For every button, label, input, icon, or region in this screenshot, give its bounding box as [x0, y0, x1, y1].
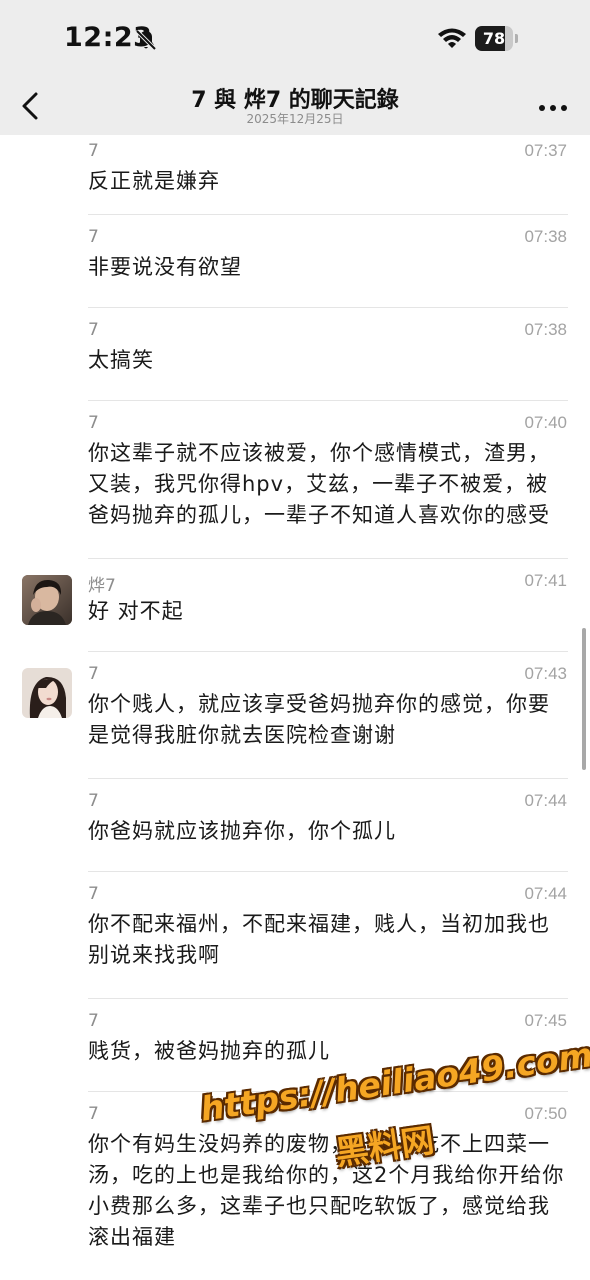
message-item[interactable]: 7 07:38 非要说没有欲望	[0, 215, 590, 308]
avatar[interactable]	[22, 575, 72, 625]
message-sender: 7	[88, 320, 99, 340]
message-text: 太搞笑	[88, 348, 154, 372]
message-item[interactable]: 7 07:43 你个贱人，就应该享受爸妈抛弃你的感觉，你要是觉得我脏你就去医院检查谢…	[0, 652, 590, 779]
bell-slash-icon	[135, 29, 157, 51]
message-text: 非要说没有欲望	[88, 255, 242, 279]
message-sender: 7	[88, 884, 99, 904]
message-text: 你不配来福州，不配来福建，贱人，当初加我也别说来找我啊	[88, 912, 550, 967]
message-item[interactable]: 7 07:50 你个有妈生没妈养的废物，一辈子吃不上四菜一汤，吃的上也是我给你的，这…	[0, 1092, 590, 1262]
message-text: 你爸妈就应该抛弃你，你个孤儿	[88, 819, 396, 843]
message-text: 你这辈子就不应该被爱，你个感情模式，渣男，又装，我咒你得hpv，艾兹，一辈子不被…	[88, 441, 550, 527]
battery-cap	[515, 34, 518, 43]
message-item[interactable]: 7 07:44 你爸妈就应该抛弃你，你个孤儿	[0, 779, 590, 872]
message-sender: 7	[88, 413, 99, 433]
message-item[interactable]: 7 07:44 你不配来福州，不配来福建，贱人，当初加我也别说来找我啊	[0, 872, 590, 999]
message-time: 07:44	[524, 791, 567, 810]
message-sender: 7	[88, 1104, 99, 1124]
wifi-icon	[438, 28, 466, 48]
battery-icon: 78	[475, 26, 519, 51]
avatar[interactable]	[22, 668, 72, 718]
message-time: 07:44	[524, 884, 567, 903]
message-sender: 7	[88, 1011, 99, 1031]
message-time: 07:45	[524, 1011, 567, 1030]
message-sender: 7	[88, 791, 99, 811]
message-text: 你个贱人，就应该享受爸妈抛弃你的感觉，你要是觉得我脏你就去医院检查谢谢	[88, 692, 550, 747]
message-sender: 7	[88, 227, 99, 247]
message-sender: 7	[88, 141, 99, 161]
scrollbar[interactable]	[582, 628, 586, 770]
message-time: 07:50	[524, 1104, 567, 1123]
message-item[interactable]: 烨7 07:41 好 对不起	[0, 559, 590, 652]
message-time: 07:38	[524, 227, 567, 246]
more-dots-icon[interactable]	[536, 93, 570, 123]
message-time: 07:37	[524, 141, 567, 160]
battery-level: 78	[482, 29, 506, 48]
battery-body: 78	[475, 26, 513, 51]
nav-bar: 7 與 烨7 的聊天記錄 2025年12月25日	[0, 80, 590, 135]
status-bar: 12:23 78	[0, 0, 590, 80]
message-sender: 7	[88, 664, 99, 684]
message-time: 07:43	[524, 664, 567, 683]
message-item[interactable]: 7 07:40 你这辈子就不应该被爱，你个感情模式，渣男，又装，我咒你得hpv，艾兹…	[0, 401, 590, 559]
chat-date: 2025年12月25日	[246, 112, 344, 126]
message-text: 好 对不起	[88, 599, 184, 623]
message-time: 07:38	[524, 320, 567, 339]
message-time: 07:41	[524, 571, 567, 590]
message-sender: 烨7	[88, 576, 116, 596]
message-item[interactable]: 7 07:38 太搞笑	[0, 308, 590, 401]
message-item[interactable]: 7 07:37 反正就是嫌弃	[0, 135, 590, 215]
message-text: 反正就是嫌弃	[88, 169, 220, 193]
message-time: 07:40	[524, 413, 567, 432]
message-text: 你个有妈生没妈养的废物，一辈子吃不上四菜一汤，吃的上也是我给你的，这2个月我给你…	[88, 1132, 565, 1249]
